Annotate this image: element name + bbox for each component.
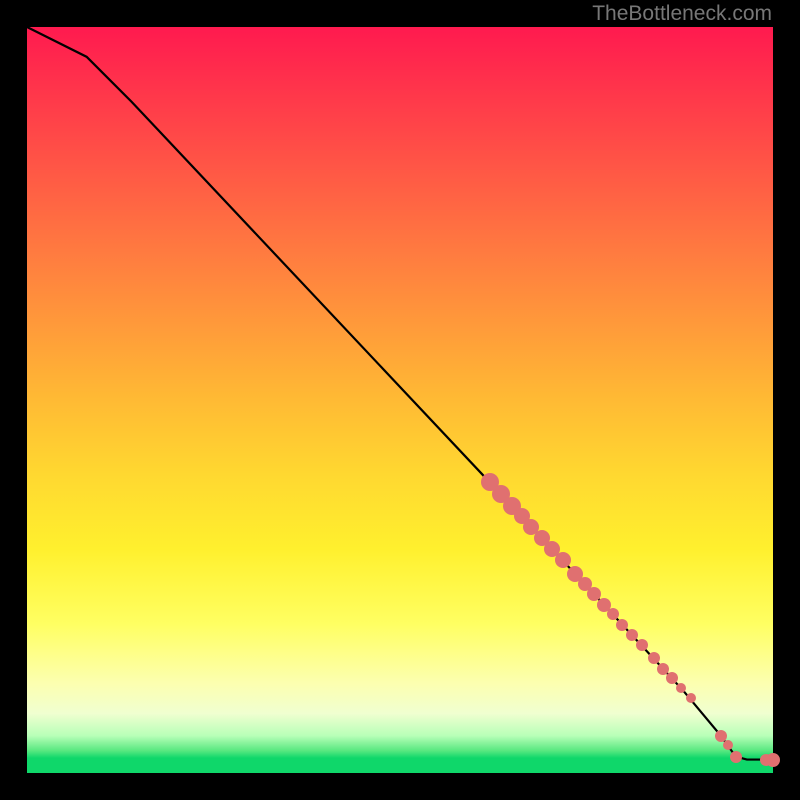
- scatter-dot: [636, 639, 648, 651]
- scatter-dot: [555, 552, 571, 568]
- watermark-text: TheBottleneck.com: [592, 2, 772, 26]
- scatter-dot: [648, 652, 660, 664]
- scatter-dot: [686, 693, 696, 703]
- scatter-dot: [616, 619, 628, 631]
- scatter-dot: [676, 683, 686, 693]
- scatter-dot: [607, 608, 619, 620]
- scatter-dot: [626, 629, 638, 641]
- scatter-dot: [730, 751, 742, 763]
- scatter-dot: [766, 753, 780, 767]
- scatter-dot: [666, 672, 678, 684]
- curve-line: [27, 27, 773, 773]
- scatter-dot: [723, 740, 733, 750]
- chart-container: TheBottleneck.com: [0, 0, 800, 800]
